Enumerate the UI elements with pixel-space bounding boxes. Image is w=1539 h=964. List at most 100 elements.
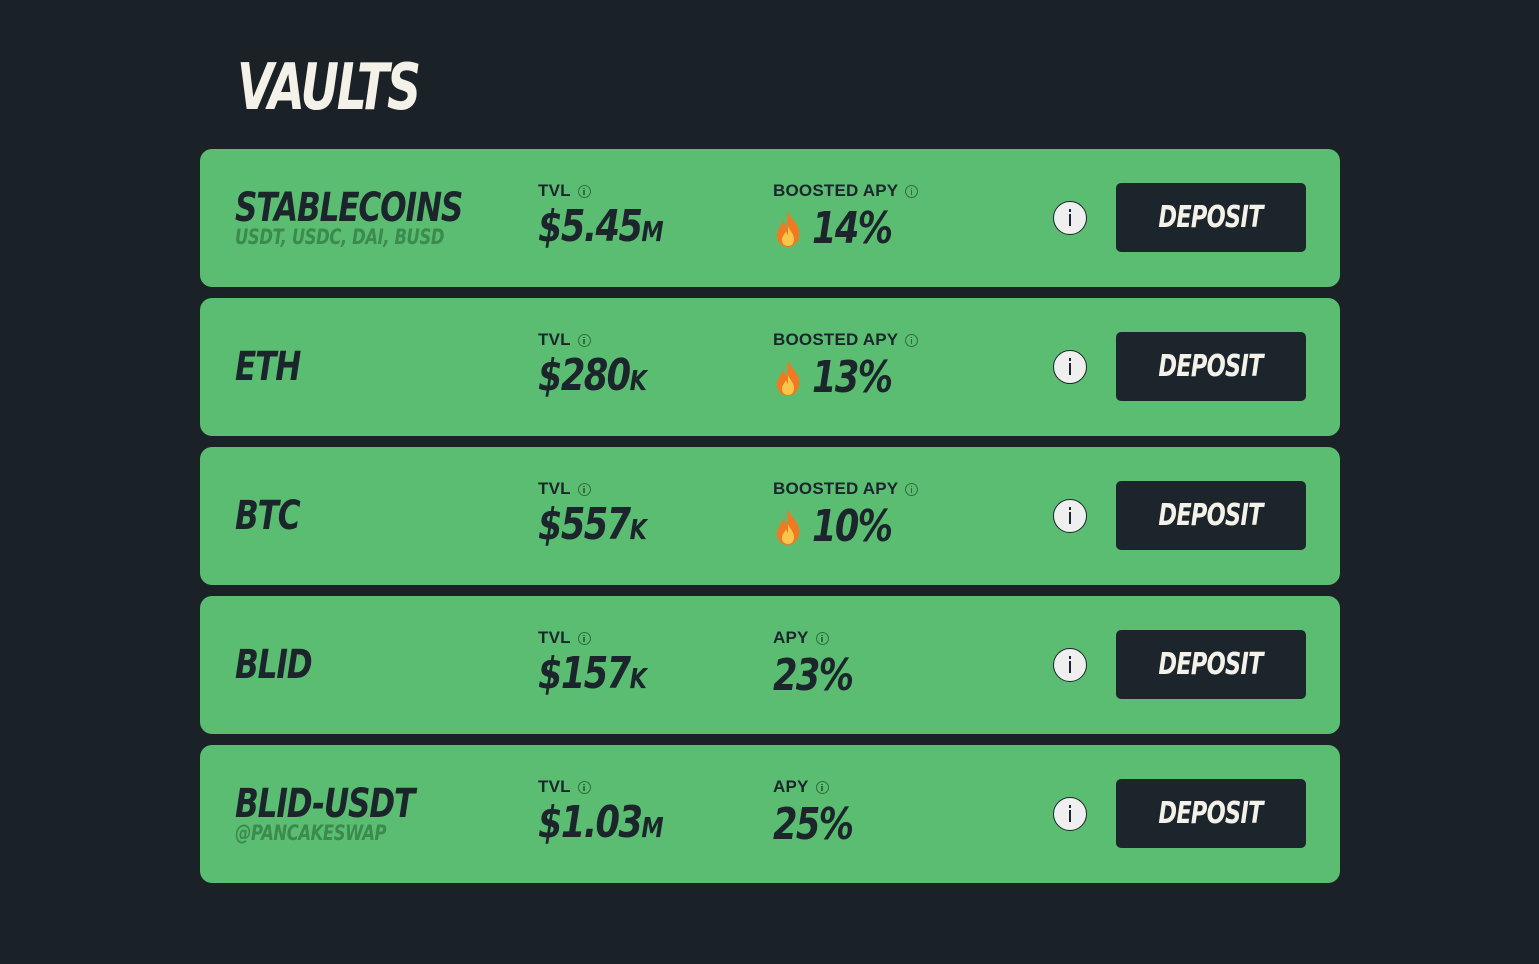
tvl-stat: TVL $280K [538,329,674,403]
apy-label-text: APY [773,777,809,796]
tvl-value: $557K [538,498,647,555]
tvl-value-row: $157K [538,647,674,704]
tvl-label-text: TVL [538,181,571,200]
apy-label: BOOSTED APY [773,478,919,500]
tvl-label: TVL [538,627,674,649]
apy-label-text: BOOSTED APY [773,479,899,498]
tvl-value: $157K [538,647,647,704]
apy-info-icon[interactable] [905,333,919,347]
vault-info-icon[interactable] [1053,648,1087,682]
tvl-info-icon[interactable] [577,631,591,645]
tvl-label-text: TVL [538,330,571,349]
vault-name-block: STABLECOINS USDT, USDC, DAI, BUSD [235,149,526,287]
apy-label: BOOSTED APY [773,180,919,202]
deposit-button[interactable]: DEPOSIT [1116,481,1306,550]
vault-name-block: BLID [235,596,333,734]
vault-list: STABLECOINS USDT, USDC, DAI, BUSD TVL $5… [200,149,1340,894]
apy-value: 14% [812,203,893,254]
deposit-button-label: DEPOSIT [1158,647,1264,682]
apy-info-icon[interactable] [815,780,829,794]
tvl-unit: K [629,661,647,695]
tvl-label: TVL [538,478,674,500]
tvl-amount: $557 [538,498,631,550]
apy-stat: BOOSTED APY 13% [773,329,919,403]
vault-name: ETH [235,344,301,390]
tvl-stat: TVL $557K [538,478,674,552]
vault-info-icon[interactable] [1053,797,1087,831]
apy-stat: APY 25% [773,776,872,850]
apy-stat: APY 23% [773,627,872,701]
vault-name: BTC [235,493,301,539]
deposit-button-label: DEPOSIT [1158,498,1264,533]
apy-value: 10% [812,501,893,552]
apy-value: 13% [812,352,893,403]
apy-label-text: BOOSTED APY [773,330,899,349]
tvl-value-row: $557K [538,498,674,555]
tvl-stat: TVL $157K [538,627,674,701]
deposit-button-label: DEPOSIT [1158,200,1264,235]
tvl-unit: M [641,810,664,844]
vault-card-blid-usdt: BLID-USDT @PANCAKESWAP TVL $1.03M APY 25… [200,745,1340,883]
tvl-unit: M [641,214,664,248]
vault-name-block: ETH [235,298,319,436]
apy-label: APY [773,776,872,798]
vaults-page: VAULTS STABLECOINS USDT, USDC, DAI, BUSD… [0,0,1539,964]
tvl-info-icon[interactable] [577,482,591,496]
vault-name-block: BLID-USDT @PANCAKESWAP [235,745,465,883]
apy-info-icon[interactable] [815,631,829,645]
tvl-stat: TVL $1.03M [538,776,695,850]
fire-icon [776,509,800,545]
fire-icon [776,360,800,396]
page-title: VAULTS [237,51,421,125]
apy-value: 25% [773,799,854,850]
vault-card-blid: BLID TVL $157K APY 23% DEPOSIT [200,596,1340,734]
tvl-value: $1.03M [538,796,664,853]
vault-name: BLID-USDT [235,781,415,827]
deposit-button-label: DEPOSIT [1158,349,1264,384]
tvl-info-icon[interactable] [577,184,591,198]
apy-value-row: 13% [773,353,918,403]
deposit-button-label: DEPOSIT [1158,796,1264,831]
deposit-button[interactable]: DEPOSIT [1116,183,1306,252]
apy-stat: BOOSTED APY 10% [773,478,919,552]
tvl-label-text: TVL [538,777,571,796]
vault-card-eth: ETH TVL $280K BOOSTED APY 13% DEPOSIT [200,298,1340,436]
tvl-label: TVL [538,776,695,798]
vault-info-icon[interactable] [1053,201,1087,235]
vault-name: STABLECOINS [235,185,463,231]
vault-info-icon[interactable] [1053,499,1087,533]
tvl-label: TVL [538,180,695,202]
vault-name-block: BTC [235,447,318,585]
tvl-unit: K [629,512,647,546]
apy-info-icon[interactable] [905,482,919,496]
apy-value-row: 25% [773,800,872,850]
apy-value-row: 23% [773,651,872,701]
deposit-button[interactable]: DEPOSIT [1116,332,1306,401]
deposit-button[interactable]: DEPOSIT [1116,779,1306,848]
apy-label-text: BOOSTED APY [773,181,899,200]
tvl-label: TVL [538,329,674,351]
tvl-info-icon[interactable] [577,333,591,347]
tvl-value-row: $5.45M [538,200,695,257]
tvl-label-text: TVL [538,479,571,498]
tvl-value: $280K [538,349,647,406]
tvl-amount: $280 [538,349,631,401]
tvl-value-row: $1.03M [538,796,695,853]
apy-info-icon[interactable] [905,184,919,198]
tvl-info-icon[interactable] [577,780,591,794]
tvl-amount: $5.45 [538,200,643,252]
fire-icon [776,211,800,247]
apy-value: 23% [773,650,854,701]
apy-value-row: 14% [773,204,918,254]
apy-value-row: 10% [773,502,918,552]
vault-card-btc: BTC TVL $557K BOOSTED APY 10% DEPOSIT [200,447,1340,585]
tvl-stat: TVL $5.45M [538,180,695,254]
tvl-value: $5.45M [538,200,664,257]
tvl-amount: $1.03 [538,796,643,848]
vault-info-icon[interactable] [1053,350,1087,384]
deposit-button[interactable]: DEPOSIT [1116,630,1306,699]
tvl-amount: $157 [538,647,631,699]
apy-stat: BOOSTED APY 14% [773,180,919,254]
vault-subtitle: USDT, USDC, DAI, BUSD [235,225,445,249]
apy-label-text: APY [773,628,809,647]
